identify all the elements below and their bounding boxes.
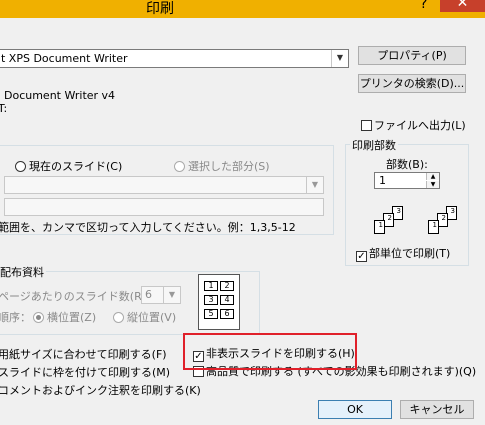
radio-icon <box>174 161 185 172</box>
copies-count-label: 部数(B): <box>386 158 428 171</box>
checkmark-icon: ✓ <box>356 251 367 262</box>
checkbox-icon <box>361 120 372 131</box>
cancel-button[interactable]: キャンセル <box>400 400 474 419</box>
slides-range-input[interactable] <box>4 198 324 216</box>
horizontal-order-radio[interactable]: 横位置(Z) <box>33 309 96 325</box>
horizontal-order-label: 横位置(Z) <box>47 311 97 324</box>
printer-status: Document Writer v4 <box>4 89 116 102</box>
copies-value: 1 <box>379 174 386 187</box>
slides-per-page-select[interactable]: 6 ▼ <box>141 286 181 304</box>
copies-group-label: 印刷部数 <box>350 137 398 153</box>
help-icon[interactable]: ? <box>420 0 427 12</box>
slides-per-page-value: 6 <box>145 288 152 301</box>
vertical-order-label: 縦位置(V) <box>127 311 177 324</box>
spin-up-icon[interactable]: ▲ <box>426 173 439 180</box>
print-to-file-checkbox[interactable]: ファイルへ出力(L) <box>361 117 466 133</box>
layout-cell: 3 <box>204 295 218 305</box>
chevron-down-icon[interactable]: ▼ <box>306 177 323 193</box>
radio-icon <box>113 312 124 323</box>
handouts-group-label: 配布資料 <box>0 264 46 280</box>
spin-down-icon[interactable]: ▼ <box>426 181 439 188</box>
layout-cell: 5 <box>204 309 218 319</box>
chevron-down-icon[interactable]: ▼ <box>163 287 180 303</box>
chevron-down-icon[interactable]: ▼ <box>331 50 348 67</box>
radio-icon <box>33 312 44 323</box>
range-hint: 範囲を、カンマで区切って入力してください。例：1,3,5-12 <box>0 221 296 234</box>
title-bar: 印刷 ? ✕ <box>0 0 485 18</box>
layout-cell: 1 <box>204 281 218 291</box>
slides-per-page-label: ページあたりのスライド数(R): <box>0 290 150 303</box>
comments-option[interactable]: コメントおよびインク注釈を印刷する(K) <box>0 382 201 398</box>
ok-button[interactable]: OK <box>318 400 392 419</box>
selection-radio[interactable]: 選択した部分(S) <box>174 158 270 174</box>
collate-page: 1 <box>374 220 385 234</box>
current-slide-radio[interactable]: 現在のスライド(C) <box>15 158 122 174</box>
printer-select[interactable]: t XPS Document Writer ▼ <box>0 49 349 68</box>
current-slide-label: 現在のスライド(C) <box>29 160 123 173</box>
highlight-box <box>183 333 357 370</box>
close-button[interactable]: ✕ <box>440 0 485 12</box>
frame-slides-option[interactable]: スライドに枠を付けて印刷する(M) <box>0 364 170 380</box>
properties-button[interactable]: プロパティ(P) <box>358 46 466 65</box>
radio-icon <box>15 161 26 172</box>
order-label: 順序： <box>0 311 31 324</box>
printer-type: T: <box>0 102 8 115</box>
print-to-file-label: ファイルへ出力(L) <box>374 119 466 132</box>
fit-to-paper-option[interactable]: 用紙サイズに合わせて印刷する(F) <box>0 346 167 362</box>
find-printer-button[interactable]: プリンタの検索(D)... <box>358 74 466 93</box>
collate-checkbox[interactable]: ✓ 部単位で印刷(T) <box>356 245 450 262</box>
copies-spinner[interactable]: 1 ▲ ▼ <box>374 172 440 189</box>
vertical-order-radio[interactable]: 縦位置(V) <box>113 309 176 325</box>
collate-page: 1 <box>428 220 439 234</box>
handout-layout-preview: 1 2 3 4 5 6 <box>198 274 240 330</box>
layout-cell: 6 <box>220 309 234 319</box>
layout-cell: 2 <box>220 281 234 291</box>
slides-range-dropdown[interactable]: ▼ <box>4 176 324 194</box>
window-title: 印刷 <box>146 1 174 17</box>
collate-label: 部単位で印刷(T) <box>369 247 451 260</box>
selection-label: 選択した部分(S) <box>188 160 270 173</box>
layout-cell: 4 <box>220 295 234 305</box>
printer-name: t XPS Document Writer <box>1 52 128 65</box>
